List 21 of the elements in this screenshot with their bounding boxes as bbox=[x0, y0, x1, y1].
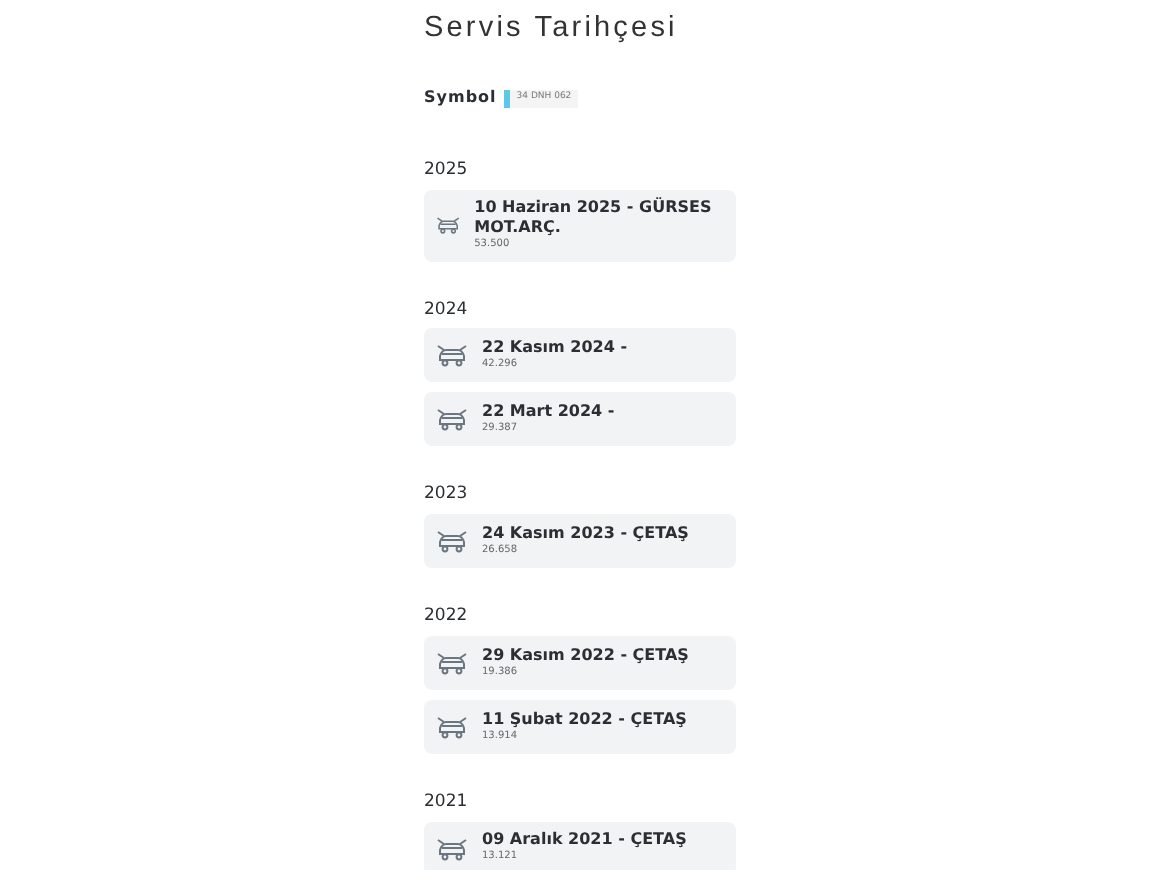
car-icon bbox=[436, 649, 468, 676]
vehicle-model: Symbol bbox=[424, 86, 497, 111]
service-title: 22 Mart 2024 - bbox=[482, 402, 615, 422]
car-icon bbox=[436, 835, 468, 862]
car-icon bbox=[436, 528, 468, 555]
car-icon bbox=[436, 406, 468, 433]
service-title: 29 Kasım 2022 - ÇETAŞ bbox=[482, 645, 689, 666]
service-title: 22 Kasım 2024 - bbox=[482, 338, 628, 358]
car-icon bbox=[436, 342, 468, 369]
service-title: 11 Şubat 2022 - ÇETAŞ bbox=[482, 709, 687, 730]
year-heading: 2022 bbox=[424, 604, 470, 630]
year-heading: 2023 bbox=[424, 482, 470, 509]
car-icon bbox=[436, 212, 461, 239]
page-title: Servis Tarihçesi bbox=[424, 12, 680, 47]
year-heading: 2021 bbox=[424, 789, 470, 816]
year-heading: 2024 bbox=[424, 297, 470, 323]
service-title: 10 Haziran 2025 - GÜRSES MOT.ARÇ. bbox=[474, 198, 714, 238]
service-title: 24 Kasım 2023 - ÇETAŞ bbox=[482, 523, 689, 544]
service-title: 09 Aralık 2021 - ÇETAŞ bbox=[482, 830, 687, 850]
year-heading: 2025 bbox=[424, 158, 470, 185]
car-icon bbox=[436, 713, 468, 740]
